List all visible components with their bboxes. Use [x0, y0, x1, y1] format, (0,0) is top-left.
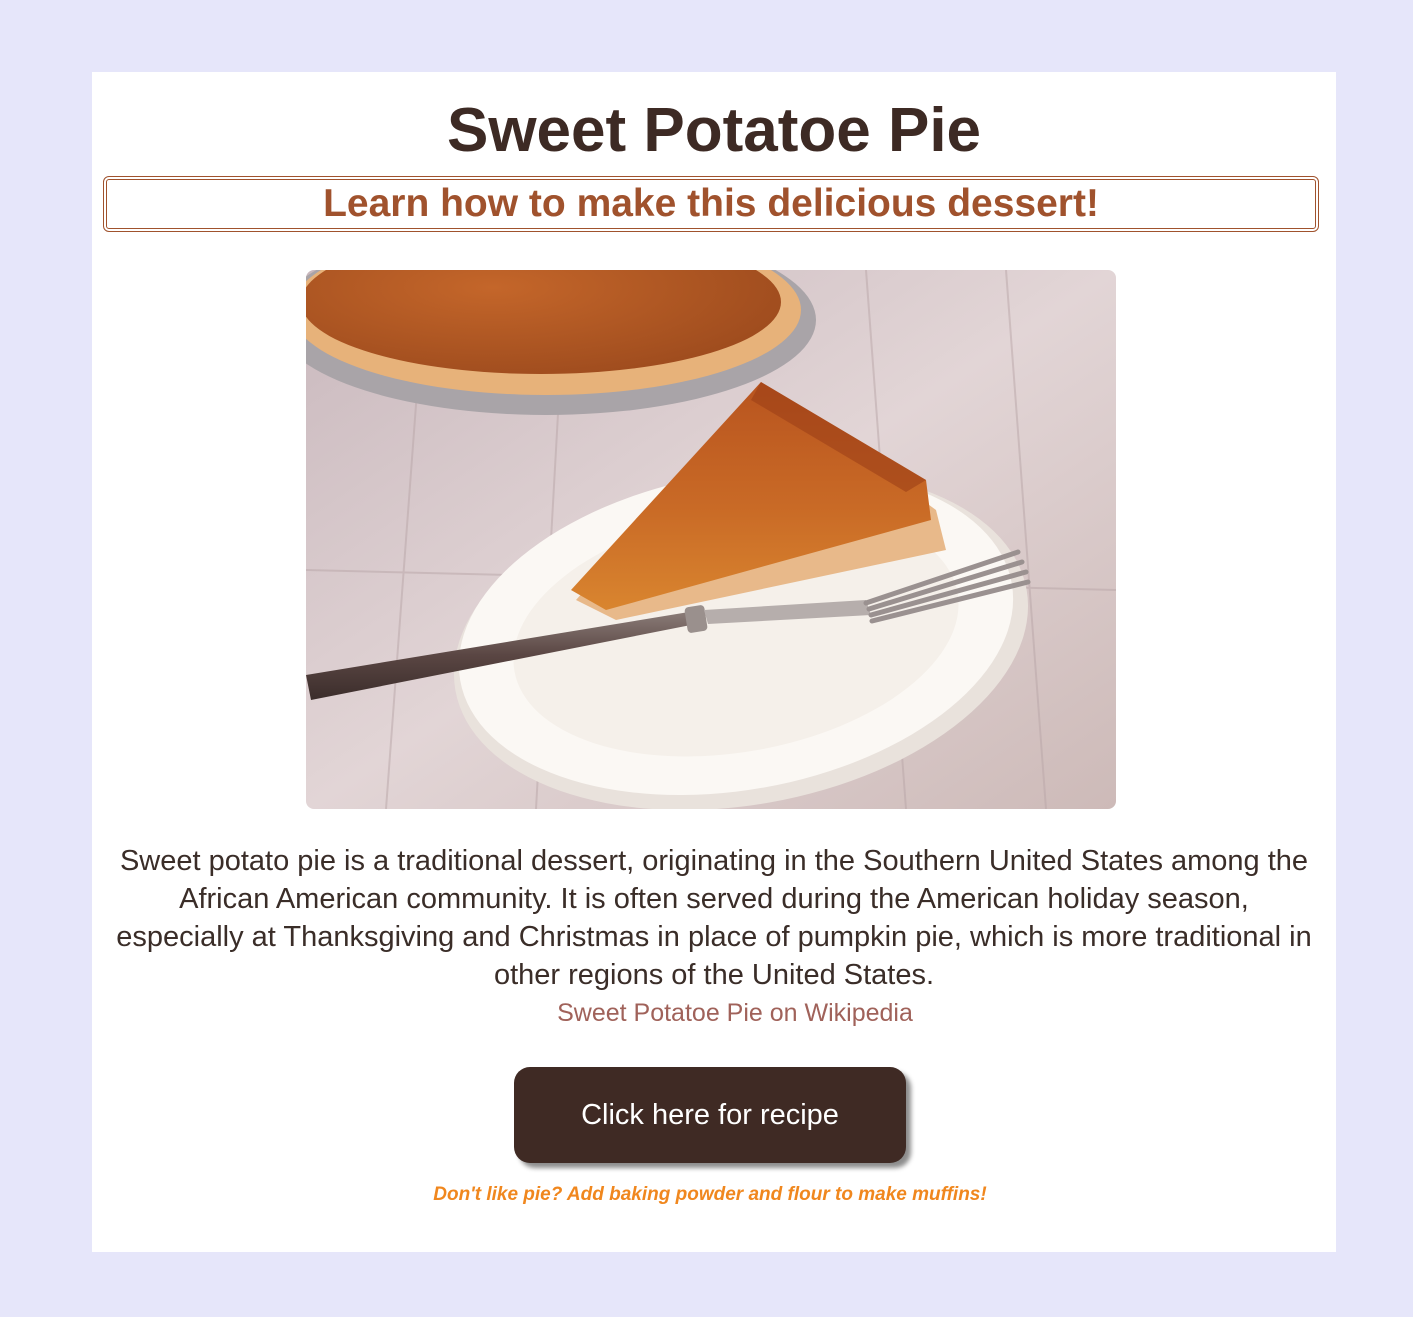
- recipe-button[interactable]: Click here for recipe: [514, 1067, 906, 1163]
- subtitle-banner: Learn how to make this delicious dessert…: [103, 176, 1319, 232]
- wikipedia-link[interactable]: Sweet Potatoe Pie on Wikipedia: [92, 999, 1378, 1028]
- muffin-note: Don't like pie? Add baking powder and fl…: [433, 1184, 987, 1205]
- page-title: Sweet Potatoe Pie: [446, 96, 982, 165]
- pie-photo: [306, 270, 1116, 809]
- pie-description: Sweet potato pie is a traditional desser…: [116, 845, 1312, 991]
- content-card: Sweet Potatoe Pie Learn how to make this…: [92, 72, 1336, 1252]
